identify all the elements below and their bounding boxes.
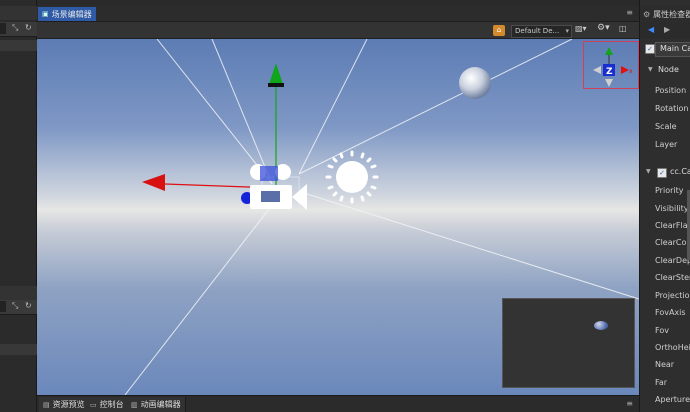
prop-layer: Layer xyxy=(655,140,678,149)
prop-clear-color: ClearColor xyxy=(655,238,690,247)
inspector-nav: ◀ ▶ xyxy=(640,22,690,39)
sun-light-icon[interactable] xyxy=(325,150,379,204)
node-name-row: ✓ Main Ca xyxy=(640,40,690,58)
inspector-panel: ⚙ 属性检查器 ◀ ▶ ✓ Main Ca ▼ Node Position Ro… xyxy=(639,0,690,412)
refresh-icon[interactable]: ↻ xyxy=(25,301,32,310)
preview-sphere xyxy=(594,321,608,330)
prop-clear-stencil: ClearStenc xyxy=(655,273,690,282)
console-icon: ▭ xyxy=(90,400,97,409)
scene-tab-bar: ▣ 场景编辑器 ≡ xyxy=(37,6,639,22)
camera-home-button[interactable]: ⌂ xyxy=(493,25,505,36)
camera-gizmo-icon[interactable] xyxy=(250,164,307,210)
hierarchy-panel-header xyxy=(0,6,37,20)
tab-label: 控制台 xyxy=(99,400,124,409)
hierarchy-search-input[interactable] xyxy=(0,23,6,34)
camera-preview-window xyxy=(502,298,635,388)
node-active-checkbox[interactable]: ✓ xyxy=(645,44,655,54)
prop-aperture: Aperture xyxy=(655,395,690,404)
animation-icon: ▥ xyxy=(131,400,138,409)
y-axis-arrow-base xyxy=(268,83,284,87)
preview-icon: ▤ xyxy=(43,400,50,409)
collapse-icon[interactable]: ⤡ xyxy=(12,23,18,33)
hierarchy-toolbar: ⤡ ↻ xyxy=(0,22,37,37)
camera-icon-inner xyxy=(261,191,280,202)
tab-console[interactable]: ▭ 控制台 xyxy=(86,397,129,412)
image-icon[interactable]: ▨▾ xyxy=(575,24,587,33)
prop-position: Position xyxy=(655,86,687,95)
chevron-down-icon: ▼ xyxy=(648,66,653,73)
prop-ortho-height: OrthoHeigh xyxy=(655,343,690,352)
prop-priority: Priority xyxy=(655,186,684,195)
camera-select-value: Default De... xyxy=(515,27,560,35)
inspector-title: 属性检查器 xyxy=(653,9,690,19)
assets-row[interactable] xyxy=(0,344,37,355)
scene-icon: ▣ xyxy=(42,10,49,18)
node-section-header[interactable]: ▼ Node xyxy=(640,62,690,80)
prop-far: Far xyxy=(655,378,668,387)
prop-visibility: Visibility xyxy=(655,204,689,213)
scene-toolbar: ⌂ Default De... ▾ ▨▾ ⚙▾ ◫ xyxy=(37,22,639,39)
assets-search-input[interactable] xyxy=(0,301,6,312)
assets-panel-header xyxy=(0,286,37,300)
gear-icon[interactable]: ⚙▾ xyxy=(597,23,610,33)
hierarchy-row[interactable] xyxy=(0,40,37,51)
back-arrow-icon[interactable]: ◀ xyxy=(648,25,654,34)
tab-label: 动画编辑器 xyxy=(140,400,181,409)
bottom-tab-bar: ▤ 资源预览 ▭ 控制台 ▥ 动画编辑器 ≡ xyxy=(37,395,639,412)
chevron-down-icon: ▼ xyxy=(646,168,651,175)
camera-select[interactable]: Default De... ▾ xyxy=(511,25,572,38)
camera-enabled-checkbox[interactable]: ✓ xyxy=(657,168,667,178)
y-axis-arrow[interactable] xyxy=(269,63,283,84)
prop-clear-flags: ClearFlags xyxy=(655,221,690,230)
prop-clear-depth: ClearDepth xyxy=(655,256,690,265)
prop-fov: Fov xyxy=(655,326,669,335)
refresh-icon[interactable]: ↻ xyxy=(25,23,32,32)
tab-label: 资源预览 xyxy=(52,400,85,409)
scene-viewport[interactable]: Z x xyxy=(37,39,639,395)
tab-asset-preview[interactable]: ▤ 资源预览 xyxy=(39,397,90,412)
scene-tab-label: 场景编辑器 xyxy=(51,9,92,19)
home-icon: ⌂ xyxy=(496,26,502,34)
sphere-object[interactable] xyxy=(459,67,491,99)
assets-toolbar: ⤡ ↻ xyxy=(0,300,37,315)
camera-section-header[interactable]: ▼ ✓ cc.Ca xyxy=(640,164,690,182)
prop-projection: Projection xyxy=(655,291,690,300)
camera-icon-overlay xyxy=(260,166,278,181)
left-panels: ⤡ ↻ ⤡ ↻ xyxy=(0,0,37,412)
node-name-input[interactable]: Main Ca xyxy=(655,42,690,57)
x-axis-arrow[interactable] xyxy=(142,174,165,191)
panel-menu-icon[interactable]: ≡ xyxy=(626,399,633,408)
panel-menu-icon[interactable]: ≡ xyxy=(626,8,633,17)
tab-scene-editor[interactable]: ▣ 场景编辑器 xyxy=(38,7,96,21)
camera-section-label: cc.Ca xyxy=(670,167,690,176)
node-section-label: Node xyxy=(658,65,679,74)
chevron-down-icon: ▾ xyxy=(565,27,569,35)
prop-rotation: Rotation xyxy=(655,104,689,113)
prop-fov-axis: FovAxis xyxy=(655,308,686,317)
inspector-header: ⚙ 属性检查器 xyxy=(640,6,690,22)
collapse-icon[interactable]: ⤡ xyxy=(12,301,18,311)
tab-animation-editor[interactable]: ▥ 动画编辑器 xyxy=(127,397,186,412)
prop-scale: Scale xyxy=(655,122,677,131)
screenshot-icon[interactable]: ◫ xyxy=(619,24,627,33)
forward-arrow-icon[interactable]: ▶ xyxy=(664,25,670,34)
prop-near: Near xyxy=(655,360,675,369)
gear-icon: ⚙ xyxy=(643,9,651,19)
orientation-gizmo-frame xyxy=(583,41,639,89)
